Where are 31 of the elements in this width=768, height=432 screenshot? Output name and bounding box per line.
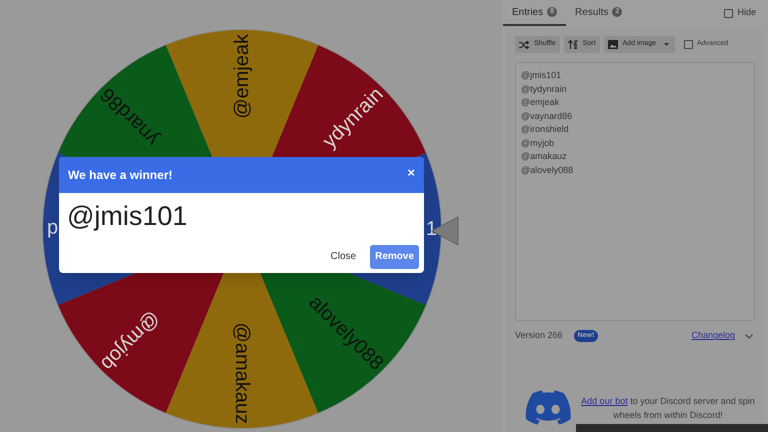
version-label: Version 266	[515, 329, 563, 342]
discord-promo-text: Add our bot to your Discord server and spin wheels from within Discord!	[580, 394, 755, 422]
winner-name: @jmis101	[66, 200, 188, 233]
slice-label: @emjeak	[231, 34, 253, 119]
shuffle-icon	[519, 40, 529, 48]
entry-line: @jmis101	[521, 69, 562, 82]
slice-label: 1	[426, 218, 437, 240]
add-bot-link[interactable]: Add our bot	[581, 396, 628, 406]
entries-text-area[interactable]: @jmis101 @tydynrain @emjeak @vaynard86 @ironshield @myjob @amakauz @alovely088	[515, 62, 755, 321]
image-icon	[608, 40, 618, 49]
entry-line: @tydynrain	[521, 82, 568, 96]
hide-checkbox[interactable]	[724, 8, 734, 18]
entry-line: @myjob	[521, 136, 556, 150]
slice-label: d	[47, 218, 58, 240]
dialog-title: We have a winner!	[68, 167, 172, 184]
entry-line: @vaynard86	[521, 110, 574, 123]
close-button[interactable]: ×	[407, 166, 415, 178]
discord-logo-icon	[525, 390, 571, 425]
entry-line: @amakauz	[521, 150, 568, 163]
remove-button[interactable]: Remove	[370, 244, 419, 268]
hide-label: Hide	[737, 6, 756, 20]
caret-icon	[664, 43, 669, 46]
changelog-link[interactable]: Changelog	[691, 329, 735, 343]
close-text-button[interactable]: Close	[326, 243, 360, 270]
sort-icon	[568, 40, 578, 49]
entry-line: @ironshield	[521, 123, 570, 136]
entry-line: @alovely088	[521, 164, 574, 177]
entry-line: @emjeak	[521, 96, 560, 109]
advanced-checkbox[interactable]	[684, 40, 693, 49]
chevron-down-icon[interactable]	[745, 334, 753, 338]
slice-label: @amakauz	[231, 322, 253, 424]
